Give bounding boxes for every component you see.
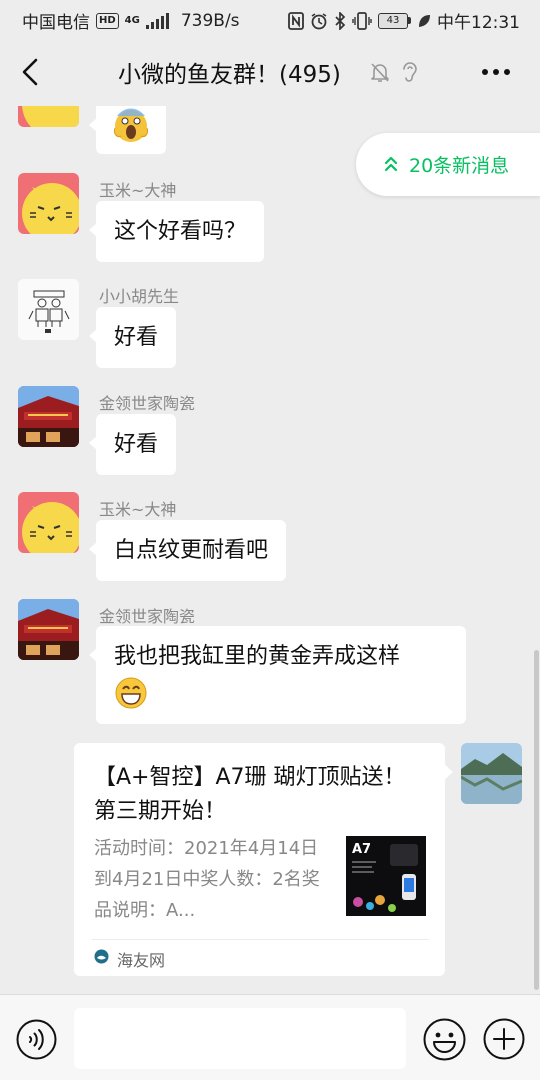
mute-bell-icon (371, 63, 389, 82)
link-card-divider (92, 939, 429, 940)
source-logo-icon (94, 949, 109, 964)
input-bar (0, 994, 540, 1080)
message-bubble[interactable]: 好看 (88, 307, 177, 368)
chat-title: 小微的鱼友群！(495) (118, 62, 341, 88)
hd-badge: HD (96, 12, 119, 29)
new-messages-button[interactable]: 20条新消息 (356, 133, 540, 196)
network-label: 4G (124, 15, 140, 26)
chat-header: 小微的鱼友群！(495) (0, 38, 540, 106)
avatar[interactable] (18, 173, 79, 234)
avatar[interactable] (18, 106, 79, 127)
carrier-label: 中国电信 (22, 13, 90, 33)
earpiece-icon (403, 62, 417, 82)
clock-label: 中午12:31 (437, 13, 520, 33)
sender-name: 金领世家陶瓷 (99, 607, 196, 626)
message-bubble[interactable]: 这个好看吗？ (88, 201, 265, 262)
nfc-icon (288, 11, 304, 30)
status-bar: 中国电信 HD 4G 739B/s 43 中午12:31 (0, 0, 540, 38)
leaf-icon (419, 14, 430, 27)
alarm-icon (311, 12, 327, 29)
bluetooth-icon (335, 11, 346, 30)
emoji-icon[interactable] (423, 1018, 466, 1061)
sticker-bubble[interactable] (89, 106, 166, 154)
sender-name: 金领世家陶瓷 (99, 394, 196, 413)
message-text: 我也把我缸里的黄金弄成这样 (114, 644, 401, 669)
speed-label: 739B/s (180, 10, 240, 31)
battery-icon: 43 (378, 12, 411, 29)
link-card[interactable]: 【A+智控】A7珊 瑚灯顶贴送！ 第三期开始！ 活动时间：2021年4月14日到… (74, 743, 453, 976)
grin-emoji-icon (115, 677, 147, 709)
link-card-title: 【A+智控】A7珊 瑚灯顶贴送！ 第三期开始！ (94, 765, 406, 824)
signal-icon (145, 12, 169, 29)
message-bubble[interactable]: 好看 (88, 414, 177, 475)
sender-name: 玉米~大神 (99, 500, 177, 519)
message-input[interactable] (74, 1008, 406, 1069)
battery-level: 43 (378, 12, 408, 29)
new-messages-label: 20条新消息 (409, 155, 510, 177)
voice-icon[interactable] (16, 1019, 57, 1060)
scream-emoji-icon (114, 108, 148, 142)
link-card-thumbnail: A7 (346, 836, 426, 916)
vibrate-icon (352, 11, 372, 30)
sender-name: 玉米~大神 (99, 181, 177, 200)
link-card-source: 海友网 (117, 951, 166, 970)
link-card-description: 活动时间：2021年4月14日到4月21日中奖人数：2名奖品说明：A... (94, 838, 320, 921)
avatar[interactable] (18, 386, 79, 447)
link-card-thumb-label: A7 (352, 842, 371, 857)
more-icon[interactable] (478, 58, 514, 86)
double-chevron-up-icon (384, 156, 398, 172)
avatar[interactable] (18, 599, 79, 660)
scrollbar[interactable] (534, 650, 539, 990)
sender-name: 小小胡先生 (99, 287, 180, 306)
message-bubble[interactable]: 我也把我缸里的黄金弄成这样 (89, 626, 466, 724)
message-bubble[interactable]: 白点纹更耐看吧 (88, 520, 287, 581)
avatar[interactable] (18, 492, 79, 553)
back-arrow-icon[interactable] (14, 54, 50, 90)
my-avatar[interactable] (461, 743, 522, 804)
plus-icon[interactable] (483, 1018, 525, 1060)
avatar[interactable] (18, 279, 79, 340)
